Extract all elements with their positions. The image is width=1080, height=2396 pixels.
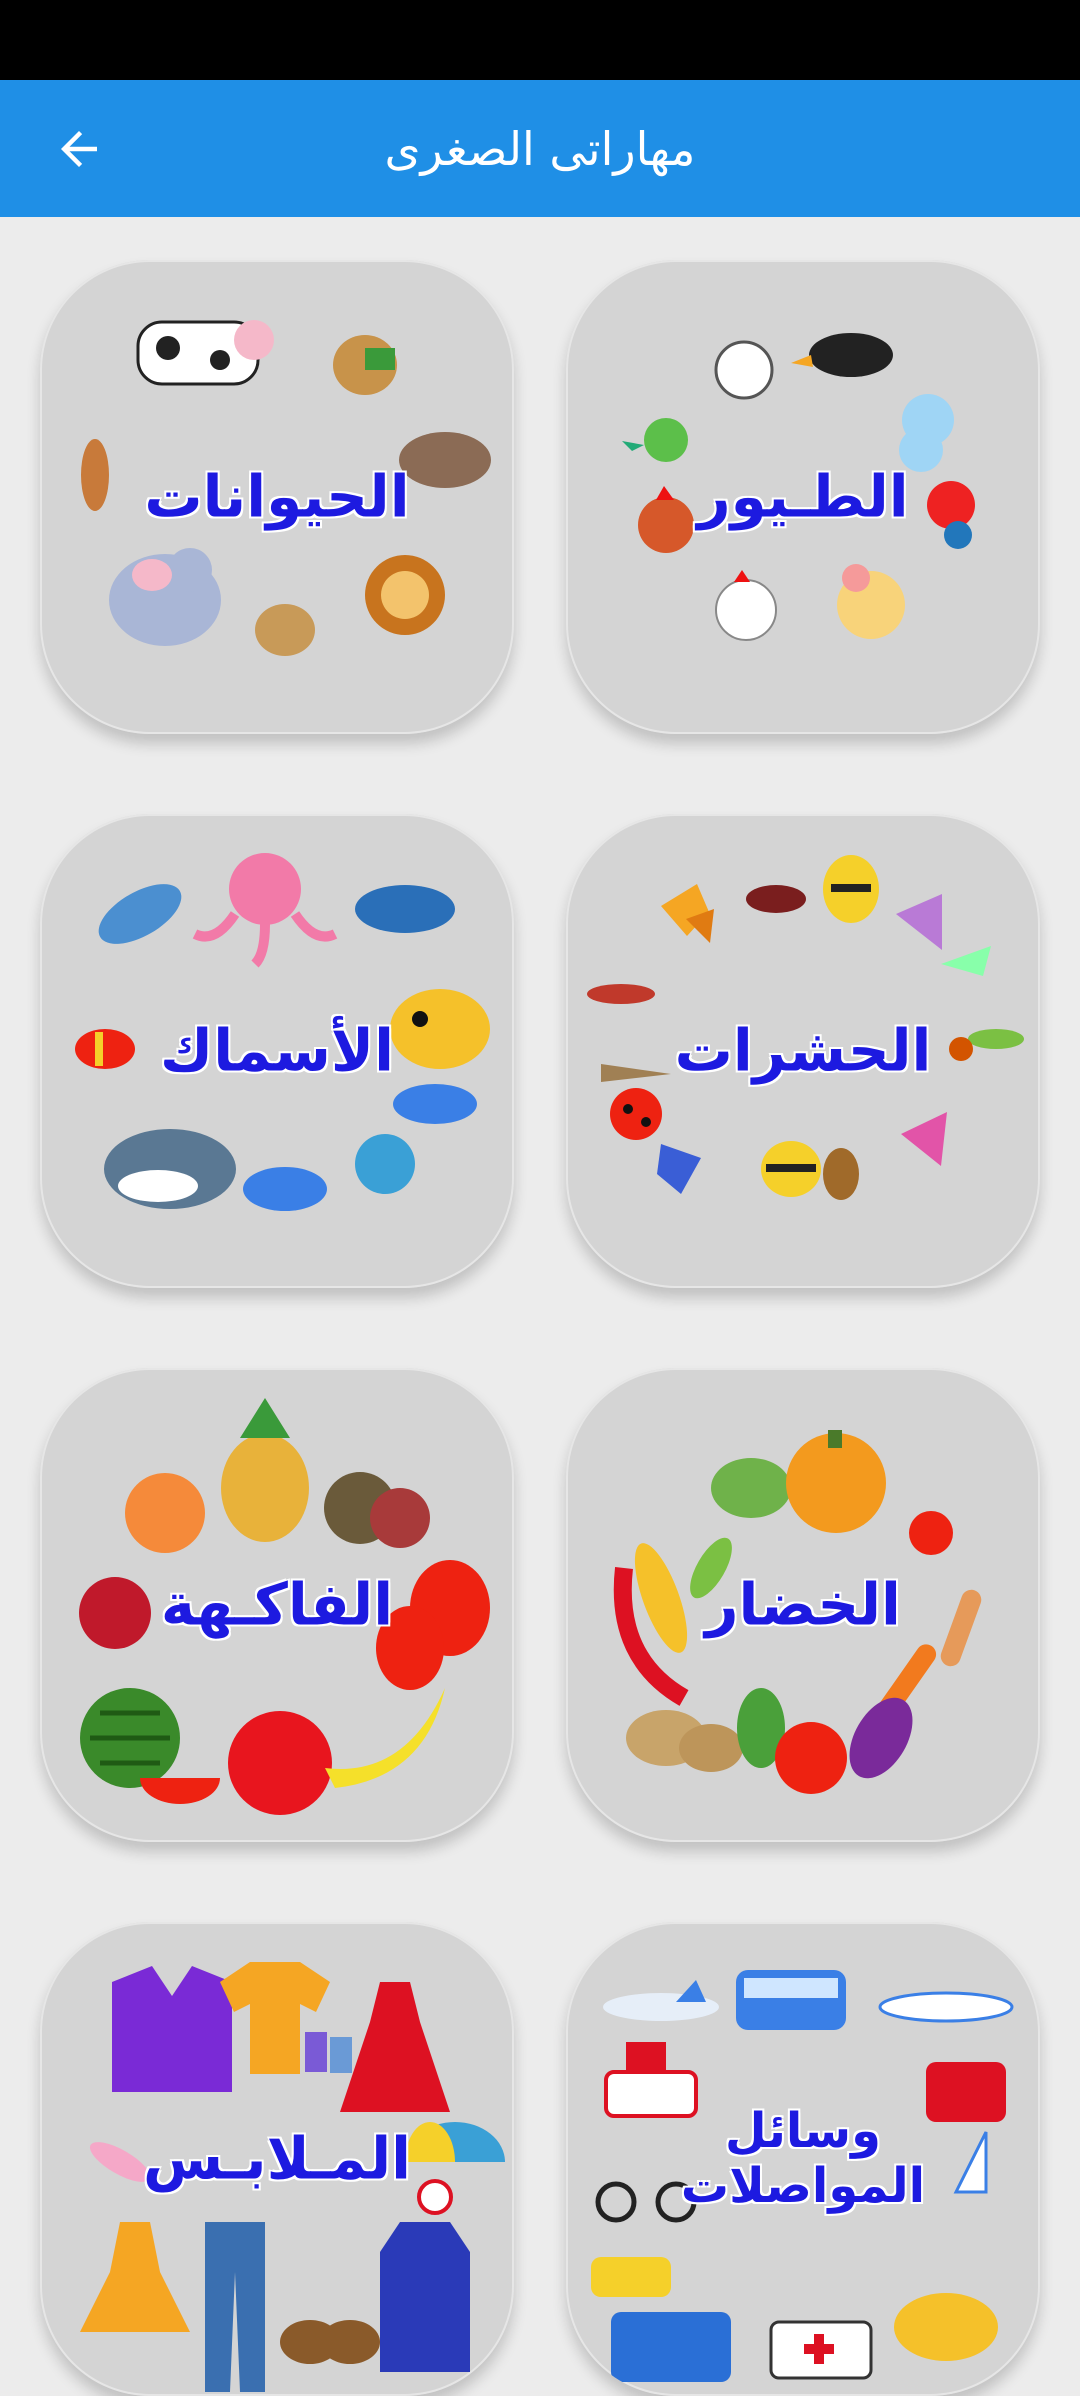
category-label: الخضار: [705, 1570, 901, 1639]
category-label: الحيوانات: [144, 462, 410, 531]
category-card-insects[interactable]: الحشرات: [566, 814, 1040, 1288]
back-button[interactable]: [44, 114, 114, 184]
category-grid: الطـيور الحيوانات الحشرات الأسماك الخضار…: [0, 217, 1080, 2396]
app-bar: مهاراتى الصغرى: [0, 80, 1080, 217]
category-label: الفاكـهة: [160, 1570, 394, 1639]
category-card-clothes[interactable]: المـلابـس: [40, 1922, 514, 2396]
status-bar: [0, 0, 1080, 80]
category-label: المـلابـس: [143, 2124, 411, 2193]
category-label: الأسماك: [160, 1016, 394, 1085]
category-label: الطـيور: [697, 462, 909, 531]
arrow-left-icon: [52, 122, 106, 176]
category-card-fish[interactable]: الأسماك: [40, 814, 514, 1288]
category-card-vegetables[interactable]: الخضار: [566, 1368, 1040, 1842]
category-card-animals[interactable]: الحيوانات: [40, 260, 514, 734]
category-card-fruits[interactable]: الفاكـهة: [40, 1368, 514, 1842]
category-card-transport[interactable]: وسائل المواصلات: [566, 1922, 1040, 2396]
page-title: مهاراتى الصغرى: [384, 121, 696, 176]
category-card-birds[interactable]: الطـيور: [566, 260, 1040, 734]
category-label: الحشرات: [674, 1016, 932, 1085]
category-label: وسائل المواصلات: [680, 2102, 926, 2214]
